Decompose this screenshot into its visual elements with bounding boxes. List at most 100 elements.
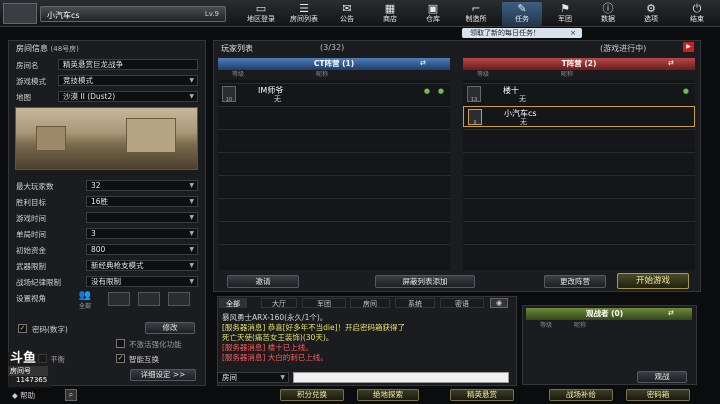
status-icon: ● [423, 87, 430, 95]
view-option-all[interactable]: 👥 全部 [74, 290, 96, 310]
win-target-select[interactable]: 16胜 ▼ [86, 196, 198, 207]
win-target-label: 胜利目标 [16, 198, 46, 207]
tab-chat-all[interactable]: 全部 [219, 298, 247, 308]
chevron-down-icon: ▼ [189, 198, 194, 205]
view-option-3[interactable] [138, 292, 160, 306]
table-row[interactable] [463, 221, 695, 242]
table-row[interactable] [218, 129, 450, 150]
map-select[interactable]: 沙漠 II (Dust2) ▼ [58, 91, 198, 102]
discipline-limit-select[interactable]: 没有限制 ▼ [86, 276, 198, 287]
tab-chat-system[interactable]: 系统 [395, 298, 435, 308]
chevron-down-icon: ▼ [189, 214, 194, 221]
jedi-explore-button[interactable]: 绝地探索 [357, 389, 419, 401]
t-column-header: 等级 昵称 [463, 71, 695, 79]
swap-arrows-icon[interactable]: ⇄ [668, 59, 694, 68]
battle-supply-button[interactable]: 战场补给 [549, 389, 613, 401]
help-icon: ◆ [12, 391, 18, 400]
nav-workshop[interactable]: ⌐ 制造所 [456, 2, 496, 26]
tab-chat-whisper[interactable]: 密语 [440, 298, 484, 308]
game-mode-select[interactable]: 竞技模式 ▼ [58, 75, 198, 86]
chevron-down-icon: ▼ [189, 93, 194, 100]
nav-exit[interactable]: ⏻ 结束 [677, 2, 717, 26]
room-name-field[interactable]: 精英悬赏巨龙战争 [58, 59, 198, 70]
t-slot-list: 13 楼十 无 ● 9 小汽车cs 无 [463, 80, 695, 270]
nav-region-login[interactable]: ▭ 地区登录 [241, 2, 281, 26]
mask-list-add-button[interactable]: 屏蔽列表添加 [375, 275, 475, 288]
spectate-button[interactable]: 观战 [637, 371, 687, 383]
table-row[interactable] [218, 198, 450, 219]
chat-channel-select[interactable]: 房间 ▼ [217, 372, 289, 383]
table-row[interactable] [218, 152, 450, 173]
search-icon[interactable]: ⌕ [65, 389, 77, 401]
elite-bounty-button[interactable]: 精英悬赏 [450, 389, 514, 401]
view-option-2[interactable] [108, 292, 130, 306]
start-money-select[interactable]: 800 ▼ [86, 244, 198, 255]
weapon-limit-select[interactable]: 新经典枪支模式 ▼ [86, 260, 198, 271]
weapon-limit-label: 武器限制 [16, 262, 46, 271]
table-row[interactable] [463, 175, 695, 196]
mission-notice[interactable]: 领取了新的每日任务！ × [462, 28, 582, 38]
shop-icon: ▦ [384, 2, 396, 15]
map-label: 地图 [16, 93, 31, 102]
no-enhance-checkbox[interactable] [116, 339, 125, 348]
close-icon[interactable]: × [570, 28, 576, 38]
max-players-select[interactable]: 32 ▼ [86, 180, 198, 191]
table-row[interactable]: 9 小汽车cs 无 [463, 106, 695, 127]
swap-arrows-icon[interactable]: ⇄ [668, 309, 674, 317]
table-row[interactable] [218, 175, 450, 196]
password-box-button[interactable]: 密码箱 [626, 389, 690, 401]
round-time-select[interactable]: 3 ▼ [86, 228, 198, 239]
gun-icon: ⌐ [471, 2, 481, 15]
table-row[interactable] [463, 129, 695, 150]
player-avatar[interactable] [3, 3, 37, 24]
table-row[interactable] [463, 198, 695, 219]
table-row[interactable] [218, 244, 450, 265]
nav-warehouse[interactable]: ▣ 仓库 [413, 2, 453, 26]
nav-room-list[interactable]: ☰ 房间列表 [284, 2, 324, 26]
nav-shop[interactable]: ▦ 商店 [370, 2, 410, 26]
game-status: (游戏进行中) [600, 44, 647, 53]
nav-clan[interactable]: ⚑ 军团 [545, 2, 585, 26]
nav-options[interactable]: ⚙ 选项 [631, 2, 671, 26]
auto-swap-checkbox[interactable]: ✓ [116, 354, 125, 363]
tab-chat-room[interactable]: 房间 [350, 298, 390, 308]
game-time-select[interactable]: ▼ [86, 212, 198, 223]
password-checkbox[interactable]: ✓ [18, 324, 27, 333]
nav-task[interactable]: ✎ 任务 [502, 2, 542, 26]
t-team-header[interactable]: T阵营 (2) [463, 58, 695, 70]
points-exchange-button[interactable]: 积分兑换 [280, 389, 344, 401]
tab-chat-clan[interactable]: 军团 [302, 298, 346, 308]
auto-swap-label: 智能互换 [129, 355, 159, 364]
ct-team-header[interactable]: CT阵营 (1) [218, 58, 450, 70]
ready-icon: ● [437, 87, 444, 95]
rank-badge: 9 [468, 109, 482, 126]
table-row[interactable]: 13 楼十 无 ● [463, 83, 695, 104]
chat-input[interactable] [293, 372, 509, 383]
tab-chat-lobby[interactable]: 大厅 [261, 298, 297, 308]
play-icon[interactable]: ▶ [683, 42, 694, 52]
table-row[interactable] [218, 221, 450, 242]
table-row[interactable] [218, 106, 450, 127]
start-game-button[interactable]: 开始游戏 [617, 273, 689, 289]
table-row[interactable] [463, 244, 695, 265]
monitor-icon: ▭ [255, 2, 267, 15]
view-option-4[interactable] [168, 292, 190, 306]
modify-button[interactable]: 修改 [145, 322, 195, 334]
detail-settings-button[interactable]: 详细设定 >> [130, 369, 196, 381]
nav-announcement[interactable]: ✉ 公告 [327, 2, 367, 26]
swap-arrows-icon[interactable]: ⇄ [420, 59, 446, 68]
eye-icon[interactable]: ◉ [490, 298, 508, 308]
spectator-column-header: 等级 昵称 [540, 322, 587, 329]
nav-data[interactable]: ⓘ 数据 [588, 2, 628, 26]
rank-badge: 13 [467, 86, 481, 103]
change-team-button[interactable]: 更改阵营 [544, 275, 606, 288]
gear-icon: ⚙ [646, 2, 656, 15]
invite-button[interactable]: 邀请 [227, 275, 299, 288]
clan-icon: ⚑ [560, 2, 570, 15]
rank-badge: 10 [222, 86, 236, 103]
help-link[interactable]: ◆ 帮助 [12, 390, 35, 401]
start-money-label: 初始资金 [16, 246, 46, 255]
table-row[interactable]: 10 IM师爷 无 ● ● [218, 83, 450, 104]
player-level: Lv.9 [204, 10, 219, 18]
table-row[interactable] [463, 152, 695, 173]
